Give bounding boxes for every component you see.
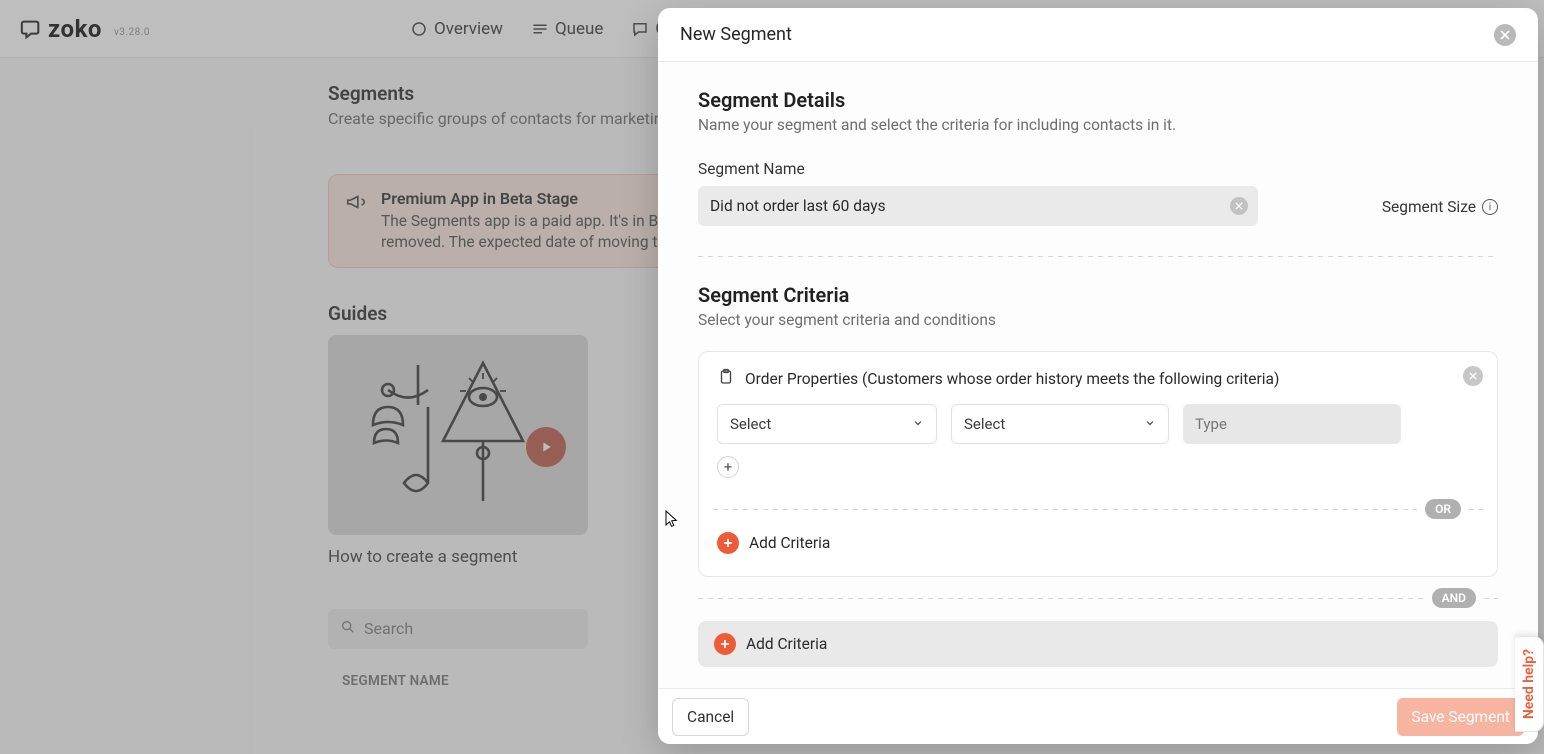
add-criteria-label: Add Criteria bbox=[749, 534, 830, 552]
new-segment-modal: New Segment Segment Details Name your se… bbox=[658, 8, 1538, 744]
criteria-sub: Select your segment criteria and conditi… bbox=[698, 311, 1498, 329]
divider bbox=[713, 509, 1417, 510]
criteria-card-title: Order Properties (Customers whose order … bbox=[745, 370, 1279, 388]
chevron-down-icon bbox=[1144, 415, 1156, 433]
chevron-down-icon bbox=[912, 415, 924, 433]
save-label: Save Segment bbox=[1411, 708, 1510, 726]
need-help-label: Need help? bbox=[1521, 649, 1537, 719]
divider bbox=[698, 598, 1424, 599]
details-heading: Segment Details bbox=[698, 88, 1498, 112]
modal-header: New Segment bbox=[658, 8, 1538, 62]
modal-footer: Cancel Save Segment bbox=[658, 688, 1538, 744]
or-pill: OR bbox=[1425, 499, 1461, 519]
plus-icon bbox=[717, 532, 739, 554]
cancel-label: Cancel bbox=[687, 708, 734, 726]
segment-size-label: Segment Size bbox=[1382, 198, 1476, 216]
clear-name-button[interactable] bbox=[1230, 197, 1248, 215]
criteria-operator-value: Select bbox=[964, 415, 1005, 433]
add-and-criteria-button[interactable]: Add Criteria bbox=[698, 621, 1498, 667]
segment-name-input[interactable] bbox=[698, 186, 1258, 226]
criteria-field-select[interactable]: Select bbox=[717, 404, 937, 444]
info-icon[interactable]: i bbox=[1482, 199, 1498, 215]
divider bbox=[1484, 598, 1498, 599]
criteria-card-remove[interactable] bbox=[1463, 366, 1483, 386]
criteria-heading: Segment Criteria bbox=[698, 283, 1498, 307]
add-or-criteria-button[interactable]: Add Criteria bbox=[717, 532, 1479, 554]
clipboard-icon bbox=[717, 368, 735, 390]
and-pill: AND bbox=[1432, 588, 1476, 608]
close-icon bbox=[1235, 202, 1243, 210]
criteria-operator-select[interactable]: Select bbox=[951, 404, 1169, 444]
close-icon bbox=[1469, 372, 1477, 380]
plus-icon bbox=[714, 633, 736, 655]
save-segment-button[interactable]: Save Segment bbox=[1397, 698, 1524, 736]
details-sub: Name your segment and select the criteri… bbox=[698, 116, 1498, 134]
close-icon bbox=[1500, 30, 1510, 40]
add-criteria-label: Add Criteria bbox=[746, 635, 827, 653]
divider bbox=[1469, 509, 1483, 510]
add-condition-button[interactable]: + bbox=[717, 456, 739, 478]
need-help-tab[interactable]: Need help? bbox=[1515, 636, 1544, 732]
modal-body: Segment Details Name your segment and se… bbox=[658, 62, 1538, 688]
criteria-value-input[interactable] bbox=[1183, 404, 1401, 444]
criteria-field-value: Select bbox=[730, 415, 771, 433]
segment-name-label: Segment Name bbox=[698, 160, 1258, 178]
modal-close-button[interactable] bbox=[1494, 24, 1516, 46]
divider bbox=[698, 256, 1498, 257]
cancel-button[interactable]: Cancel bbox=[672, 698, 749, 736]
modal-title: New Segment bbox=[680, 24, 792, 45]
criteria-card: Order Properties (Customers whose order … bbox=[698, 351, 1498, 577]
